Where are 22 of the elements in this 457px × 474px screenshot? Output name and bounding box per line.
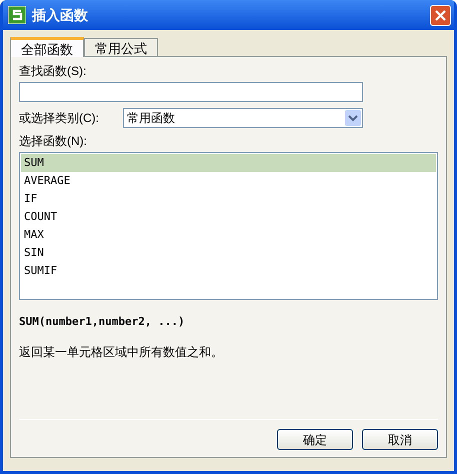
function-signature: SUM(number1,number2, ...) [19,314,186,330]
tab[interactable]: 全部函数 [10,37,84,57]
function-item[interactable]: IF [21,190,436,208]
dialog-button[interactable]: 确定 [277,429,353,450]
function-description: 返回某一单元格区域中所有数值之和。 [19,344,224,360]
function-item[interactable]: AVERAGE [21,172,436,190]
field-label: 或选择类别(C): [19,110,100,127]
window-title: 插入函数 [32,6,88,24]
function-item[interactable]: SIN [21,244,436,262]
field-label: 选择函数(N): [19,133,88,150]
app-logo-icon [8,6,26,24]
function-item[interactable]: COUNT [21,208,436,226]
close-button[interactable] [430,4,451,26]
category-dropdown[interactable]: 常用函数 [123,108,363,128]
close-icon [435,10,446,20]
tab[interactable]: 常用公式 [84,38,158,56]
search-field[interactable] [19,82,363,102]
function-item[interactable]: SUM [21,154,436,172]
function-item[interactable]: SUMIF [21,262,436,280]
function-item[interactable]: MAX [21,226,436,244]
field-label: 查找函数(S): [19,63,88,80]
dialog-button[interactable]: 取消 [362,429,438,450]
